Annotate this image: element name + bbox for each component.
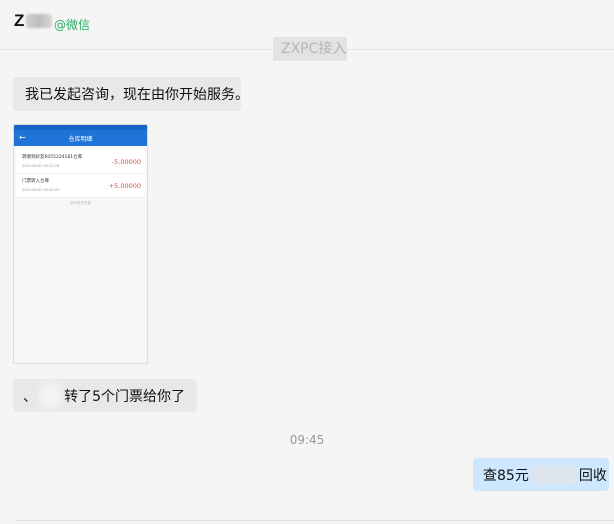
row-amount: +5.00000 [108, 182, 141, 190]
message-text-suffix: 回收 [578, 467, 607, 484]
incoming-message-bubble[interactable]: 、 转了5个门票给你了 [13, 379, 197, 412]
back-arrow-icon: ← [19, 133, 26, 142]
thumbnail-row: 转赠到好友6055224181仓库 2022-06-01 09:12:26 -5… [16, 150, 145, 174]
row-text: 门票转入仓库 [22, 179, 49, 184]
message-text-prefix: 查85元 [483, 467, 529, 484]
thumbnail-row: 门票转入仓库 2022-06-01 09:12:03 +5.00000 [16, 174, 145, 198]
row-date: 2022-06-01 09:12:26 [22, 164, 60, 168]
thumbnail-list: 转赠到好友6055224181仓库 2022-06-01 09:12:26 -5… [16, 150, 145, 198]
redacted-text [38, 380, 64, 411]
message-text-suffix: 转了5个门票给你了 [64, 388, 185, 405]
row-amount: -5.00000 [111, 158, 141, 166]
image-message-thumbnail[interactable]: ← 仓库明细 转赠到好友6055224181仓库 2022-06-01 09:1… [13, 124, 148, 364]
thumbnail-app-bar: ← 仓库明细 [14, 130, 147, 146]
redacted-text [529, 465, 578, 484]
outgoing-message-bubble[interactable]: 查85元 回收 [473, 458, 609, 491]
row-text: 转赠到好友6055224181仓库 [22, 155, 83, 160]
redacted-name [26, 14, 53, 28]
input-divider [16, 520, 614, 521]
contact-name[interactable]: Z [14, 11, 53, 31]
system-notice: ZXPC接入 [273, 37, 347, 61]
wechat-source-tag: @微信 [54, 18, 91, 32]
message-timestamp: 09:45 [289, 433, 325, 447]
thumbnail-footer: 没有更多数据 [70, 201, 91, 205]
message-text: 我已发起咨询，现在由你开始服务。 [25, 87, 249, 103]
row-date: 2022-06-01 09:12:03 [22, 188, 60, 192]
system-notice-text: ZXPC接入 [281, 41, 347, 57]
thumbnail-title: 仓库明细 [68, 135, 93, 143]
incoming-message-bubble[interactable]: 我已发起咨询，现在由你开始服务。 [13, 77, 249, 111]
message-text-prefix: 、 [23, 388, 37, 405]
contact-initial: Z [14, 11, 25, 30]
